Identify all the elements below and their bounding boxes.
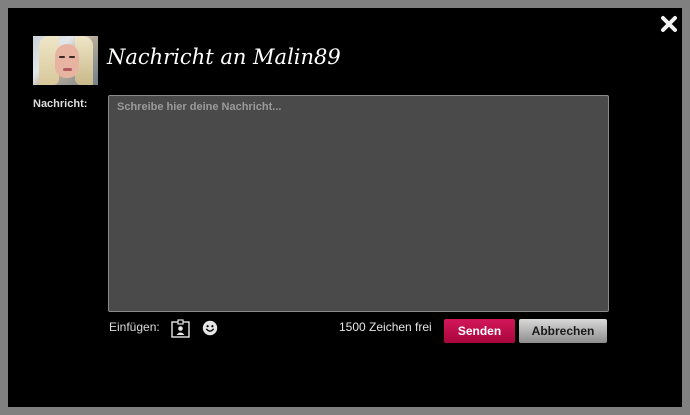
send-button[interactable]: Senden	[444, 319, 515, 343]
cancel-button[interactable]: Abbrechen	[519, 319, 607, 343]
close-icon[interactable]	[658, 13, 680, 35]
smiley-icon[interactable]	[202, 320, 218, 336]
message-label: Nachricht:	[33, 98, 88, 110]
modal-frame: Nachricht an Malin89 Nachricht: Einfügen…	[0, 0, 690, 415]
dialog-title: Nachricht an Malin89	[107, 45, 341, 69]
contact-card-icon[interactable]	[171, 319, 190, 338]
avatar-face	[55, 44, 79, 78]
recipient-avatar[interactable]	[33, 36, 98, 85]
avatar-eye-right	[69, 56, 75, 58]
characters-remaining: 1500 Zeichen frei	[339, 320, 432, 334]
message-input[interactable]	[108, 95, 609, 312]
avatar-lips	[63, 68, 72, 71]
insert-label: Einfügen:	[109, 320, 160, 334]
avatar-eye-left	[59, 56, 65, 58]
